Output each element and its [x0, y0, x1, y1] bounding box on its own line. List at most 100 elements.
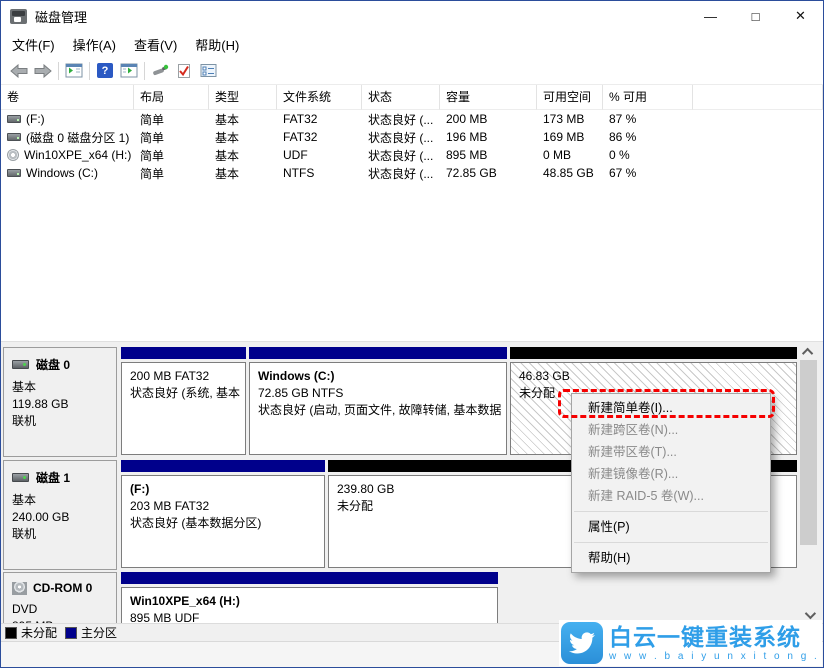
col-capacity[interactable]: 容量	[440, 85, 537, 110]
cell-filesystem: NTFS	[277, 164, 362, 182]
cell-type: 基本	[209, 146, 277, 164]
col-filler	[693, 85, 823, 110]
primary-partition-bar	[249, 347, 507, 359]
col-layout[interactable]: 布局	[134, 85, 209, 110]
context-menu: 新建简单卷(I)... 新建跨区卷(N)... 新建带区卷(T)... 新建镜像…	[571, 393, 771, 573]
table-row[interactable]: Windows (C:) 简单 基本 NTFS 状态良好 (... 72.85 …	[1, 164, 823, 182]
cell-pct: 0 %	[603, 146, 693, 164]
menubar: 文件(F) 操作(A) 查看(V) 帮助(H)	[1, 31, 823, 57]
cell-layout: 简单	[134, 110, 209, 128]
cell-filesystem: FAT32	[277, 128, 362, 146]
disk-status: 联机	[12, 526, 110, 543]
primary-partition-bar	[121, 572, 498, 584]
cell-capacity: 200 MB	[440, 110, 537, 128]
titlebar: 磁盘管理 — □ ✕	[1, 1, 823, 31]
primary-partition-bar	[121, 347, 246, 359]
scroll-up-icon[interactable]	[800, 344, 817, 359]
menu-item-properties[interactable]: 属性(P)	[572, 516, 770, 538]
scrollbar-thumb[interactable]	[800, 360, 817, 545]
disk1-label-panel[interactable]: 磁盘 1 基本 240.00 GB 联机	[3, 460, 117, 570]
partition-disk0-windows-c[interactable]: Windows (C:) 72.85 GB NTFS 状态良好 (启动, 页面文…	[249, 347, 507, 457]
disk-icon	[12, 360, 29, 369]
disk-name: CD-ROM 0	[33, 581, 92, 595]
minimize-button[interactable]: —	[688, 1, 733, 31]
forward-icon[interactable]	[31, 60, 55, 82]
window-controls: — □ ✕	[688, 1, 823, 31]
toolbar-separator	[58, 62, 59, 80]
disk-name: 磁盘 0	[36, 356, 70, 373]
cell-free: 48.85 GB	[537, 164, 603, 182]
disk-management-app-icon	[10, 9, 27, 24]
cell-filesystem: FAT32	[277, 110, 362, 128]
cell-capacity: 72.85 GB	[440, 164, 537, 182]
col-status[interactable]: 状态	[362, 85, 440, 110]
cell-capacity: 895 MB	[440, 146, 537, 164]
partition-title: Win10XPE_x64 (H:)	[130, 593, 489, 610]
col-filesystem[interactable]: 文件系统	[277, 85, 362, 110]
disk-type: 基本	[12, 492, 110, 509]
menu-action[interactable]: 操作(A)	[64, 31, 125, 58]
menu-help[interactable]: 帮助(H)	[186, 31, 248, 58]
toolbar-separator	[89, 62, 90, 80]
watermark-url: w w w . b a i y u n x i t o n g . c o m	[609, 650, 824, 663]
show-action-pane-icon[interactable]	[117, 60, 141, 82]
table-row[interactable]: Win10XPE_x64 (H:) 简单 基本 UDF 状态良好 (... 89…	[1, 146, 823, 164]
cell-layout: 简单	[134, 128, 209, 146]
menu-item-new-simple-volume[interactable]: 新建简单卷(I)...	[572, 397, 770, 419]
legend-primary: 主分区	[65, 624, 117, 641]
table-row[interactable]: (F:) 简单 基本 FAT32 状态良好 (... 200 MB 173 MB…	[1, 110, 823, 128]
partition-disk0-system[interactable]: 200 MB FAT32 状态良好 (系统, 基本	[121, 347, 246, 457]
col-volume[interactable]: 卷	[1, 85, 134, 110]
menu-view[interactable]: 查看(V)	[125, 31, 186, 58]
disk-size: 240.00 GB	[12, 509, 110, 526]
disk-type: 基本	[12, 379, 110, 396]
cdrom0-label-panel[interactable]: CD-ROM 0 DVD 895 MB	[3, 572, 117, 623]
col-free-space[interactable]: 可用空间	[537, 85, 603, 110]
cell-volume: Windows (C:)	[26, 166, 98, 180]
action-tool-icon[interactable]	[148, 60, 172, 82]
watermark-text: 白云一键重装系统 w w w . b a i y u n x i t o n g…	[609, 624, 824, 663]
cell-volume: (磁盘 0 磁盘分区 1)	[26, 129, 129, 146]
col-type[interactable]: 类型	[209, 85, 277, 110]
cell-filesystem: UDF	[277, 146, 362, 164]
menu-item-new-spanned-volume: 新建跨区卷(N)...	[572, 419, 770, 441]
maximize-button[interactable]: □	[733, 1, 778, 31]
properties-list-icon[interactable]	[196, 60, 220, 82]
table-row[interactable]: (磁盘 0 磁盘分区 1) 简单 基本 FAT32 状态良好 (... 196 …	[1, 128, 823, 146]
cell-free: 0 MB	[537, 146, 603, 164]
col-pct-free[interactable]: % 可用	[603, 85, 693, 110]
cell-capacity: 196 MB	[440, 128, 537, 146]
check-document-icon[interactable]	[172, 60, 196, 82]
show-console-tree-icon[interactable]	[62, 60, 86, 82]
disk-management-window: 磁盘管理 — □ ✕ 文件(F) 操作(A) 查看(V) 帮助(H)	[0, 0, 824, 668]
legend-label: 主分区	[81, 624, 117, 641]
menu-file[interactable]: 文件(F)	[3, 31, 64, 58]
volume-list-pane: 卷 布局 类型 文件系统 状态 容量 可用空间 % 可用 (F:) 简单 基本 …	[1, 85, 823, 341]
partition-title: (F:)	[130, 481, 316, 498]
legend-unallocated: 未分配	[5, 624, 57, 641]
cell-free: 169 MB	[537, 128, 603, 146]
partition-status: 状态良好 (基本数据分区)	[130, 515, 316, 532]
cell-pct: 86 %	[603, 128, 693, 146]
help-icon[interactable]: ?	[93, 60, 117, 82]
back-icon[interactable]	[7, 60, 31, 82]
cell-volume: Win10XPE_x64 (H:)	[24, 148, 131, 162]
vertical-scrollbar[interactable]	[800, 344, 817, 622]
cell-free: 173 MB	[537, 110, 603, 128]
drive-icon	[7, 133, 21, 141]
close-button[interactable]: ✕	[778, 1, 823, 31]
menu-item-help[interactable]: 帮助(H)	[572, 547, 770, 569]
drive-icon	[7, 169, 21, 177]
partition-title: Windows (C:)	[258, 368, 498, 385]
menu-separator	[574, 542, 768, 543]
partition-disk1-f[interactable]: (F:) 203 MB FAT32 状态良好 (基本数据分区)	[121, 460, 325, 570]
watermark-title: 白云一键重装系统	[609, 624, 824, 650]
disk-type: DVD	[12, 601, 110, 618]
legend-swatch-primary	[65, 627, 77, 639]
partition-cdrom-h[interactable]: Win10XPE_x64 (H:) 895 MB UDF	[121, 572, 498, 623]
legend-swatch-unallocated	[5, 627, 17, 639]
cell-pct: 87 %	[603, 110, 693, 128]
partition-size-fs: 72.85 GB NTFS	[258, 385, 498, 402]
unallocated-partition-bar	[510, 347, 797, 359]
disk0-label-panel[interactable]: 磁盘 0 基本 119.88 GB 联机	[3, 347, 117, 457]
